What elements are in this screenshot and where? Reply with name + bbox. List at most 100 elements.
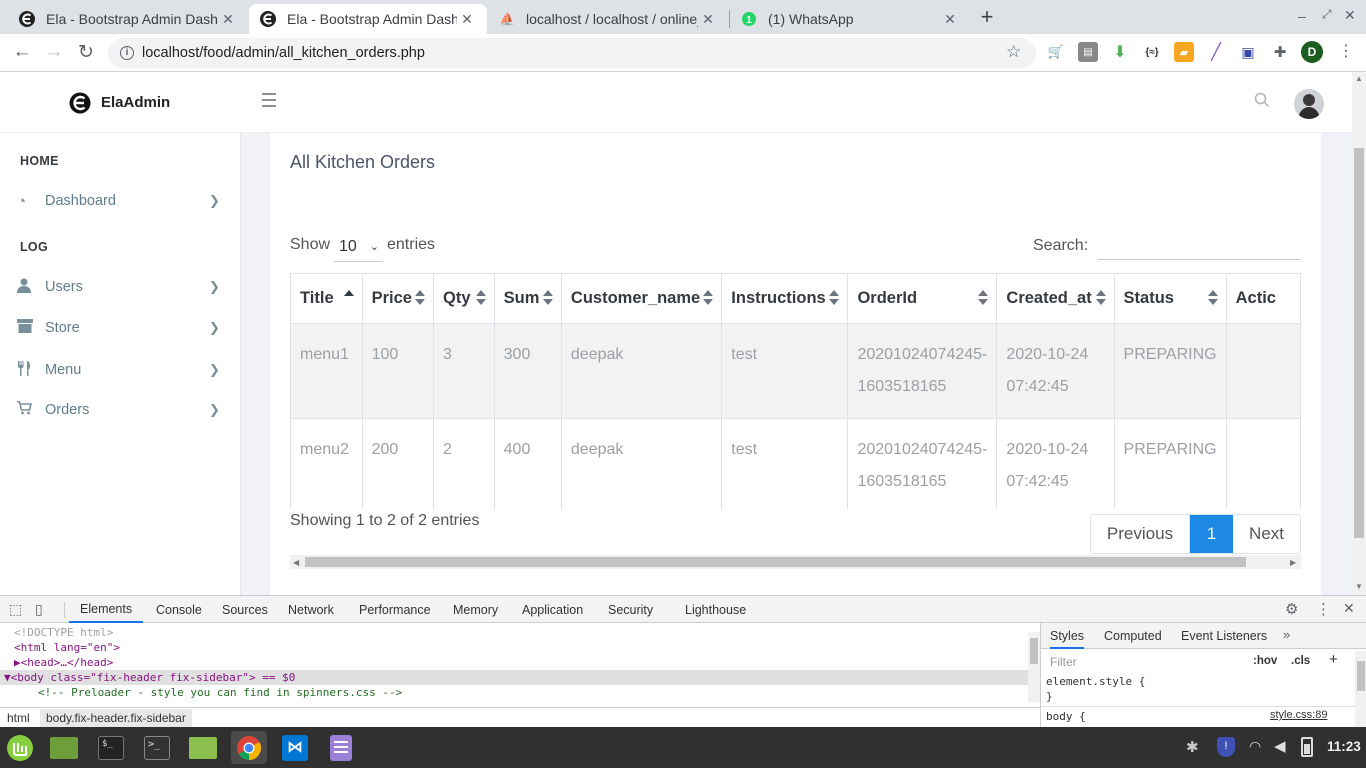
window-close-icon[interactable]: ✕ xyxy=(1344,7,1356,24)
tab-close-icon[interactable]: ✕ xyxy=(457,11,477,28)
download-extension-icon[interactable]: ⬇ xyxy=(1110,42,1130,62)
cls-toggle[interactable]: .cls xyxy=(1291,655,1310,667)
browser-tab-active[interactable]: Ela - Bootstrap Admin Dashbo ✕ xyxy=(249,4,487,34)
browser-menu-icon[interactable]: ⋮ xyxy=(1338,41,1354,61)
desktop-app-icon[interactable] xyxy=(46,731,82,764)
devtools-tab-console[interactable]: Console xyxy=(145,596,213,623)
column-header-orderid[interactable]: OrderId xyxy=(847,273,998,324)
devtools-tab-sources[interactable]: Sources xyxy=(211,596,279,623)
devtools-tab-lighthouse[interactable]: Lighthouse xyxy=(674,596,757,623)
bluetooth-icon[interactable]: ✱ xyxy=(1186,738,1199,756)
scrollbar-thumb[interactable] xyxy=(1354,148,1364,538)
scroll-down-icon[interactable]: ▼ xyxy=(1355,582,1363,591)
device-toolbar-icon[interactable]: ▯ xyxy=(35,601,43,618)
column-header-price[interactable]: Price xyxy=(361,273,435,324)
dom-scrollbar[interactable] xyxy=(1028,632,1040,702)
browser-tab[interactable]: 1 (1) WhatsApp ✕ xyxy=(730,4,970,34)
settings-gear-icon[interactable]: ⚙ xyxy=(1285,600,1298,618)
tab-close-icon[interactable]: ✕ xyxy=(698,11,718,28)
battery-icon[interactable] xyxy=(1301,737,1313,757)
styles-scrollbar[interactable] xyxy=(1355,651,1366,728)
search-icon[interactable] xyxy=(1254,92,1270,108)
mint-menu-icon[interactable] xyxy=(2,731,38,764)
more-tabs-icon[interactable]: » xyxy=(1283,627,1290,642)
forward-icon[interactable]: → xyxy=(38,34,70,70)
sidebar-item-dashboard[interactable]: ◔ Dashboard ❯ xyxy=(0,183,241,219)
devtools-close-icon[interactable]: ✕ xyxy=(1343,600,1355,617)
pen-extension-icon[interactable]: ╱ xyxy=(1206,42,1226,62)
scrollbar-thumb[interactable] xyxy=(305,557,1246,567)
tab-close-icon[interactable]: ✕ xyxy=(218,11,238,28)
column-header-qty[interactable]: Qty xyxy=(433,273,495,324)
devtools-tab-performance[interactable]: Performance xyxy=(348,596,442,623)
body-rule[interactable]: body { xyxy=(1046,709,1086,724)
shield-icon[interactable]: ! xyxy=(1217,737,1235,757)
entries-select[interactable]: 10 ⌄ xyxy=(334,232,383,262)
horizontal-scrollbar[interactable]: ◀ ▶ xyxy=(290,555,1301,569)
scroll-left-icon[interactable]: ◀ xyxy=(293,558,299,567)
column-header-instructions[interactable]: Instructions xyxy=(721,273,849,324)
devtools-tab-application[interactable]: Application xyxy=(511,596,594,623)
bookmark-star-icon[interactable]: ☆ xyxy=(1006,42,1021,62)
text-editor-app-icon[interactable] xyxy=(323,731,359,764)
page-1-button[interactable]: 1 xyxy=(1190,515,1233,553)
dom-comment-line[interactable]: <!-- Preloader - style you can find in s… xyxy=(38,685,402,700)
computed-tab[interactable]: Computed xyxy=(1104,629,1162,643)
add-rule-icon[interactable]: + xyxy=(1329,651,1338,668)
wifi-icon[interactable]: ◠ xyxy=(1249,738,1261,755)
column-header-title[interactable]: Title xyxy=(290,273,363,324)
info-icon[interactable]: i xyxy=(120,46,134,60)
brand-name[interactable]: ElaAdmin xyxy=(101,94,170,111)
scroll-up-icon[interactable]: ▲ xyxy=(1355,74,1363,83)
styles-tab[interactable]: Styles xyxy=(1050,629,1085,649)
storage-extension-icon[interactable]: ▤ xyxy=(1078,42,1098,62)
event-listeners-tab[interactable]: Event Listeners xyxy=(1181,629,1267,643)
hov-toggle[interactable]: :hov xyxy=(1253,655,1277,667)
breadcrumb-html[interactable]: html xyxy=(7,711,30,725)
vertical-scrollbar[interactable]: ▲ ▼ xyxy=(1352,72,1366,595)
sidebar-item-orders[interactable]: Orders ❯ xyxy=(0,392,241,428)
chrome-app-icon[interactable] xyxy=(231,731,267,764)
menu-toggle-icon[interactable] xyxy=(262,93,276,107)
user-avatar[interactable] xyxy=(1294,89,1324,119)
new-tab-icon[interactable]: + xyxy=(976,6,998,28)
column-header-customer-name[interactable]: Customer_name xyxy=(560,273,723,324)
restore-icon[interactable]: ⤢ xyxy=(1322,7,1332,22)
dom-head-line[interactable]: ▶<head>…</head> xyxy=(14,655,113,670)
dom-html-line[interactable]: <html lang="en"> xyxy=(14,640,120,655)
devtools-tab-memory[interactable]: Memory xyxy=(442,596,509,623)
sidebar-item-users[interactable]: Users ❯ xyxy=(0,269,241,305)
element-style-rule[interactable]: element.style { xyxy=(1046,674,1145,689)
sidebar-item-store[interactable]: Store ❯ xyxy=(0,310,241,346)
sidebar-item-menu[interactable]: Menu ❯ xyxy=(0,352,241,388)
clock[interactable]: 11:23 xyxy=(1327,739,1361,754)
files-app-icon[interactable] xyxy=(185,731,221,764)
breadcrumb-body[interactable]: body.fix-header.fix-sidebar xyxy=(40,709,192,727)
screen-extension-icon[interactable]: ▣ xyxy=(1238,42,1258,62)
column-header-sum[interactable]: Sum xyxy=(493,273,562,324)
terminal-app-icon[interactable]: $_ xyxy=(93,731,129,764)
next-button[interactable]: Next xyxy=(1233,515,1300,553)
style-source-link[interactable]: style.css:89 xyxy=(1270,709,1327,721)
terminal-app-icon[interactable]: >_ xyxy=(139,731,175,764)
devtools-tab-security[interactable]: Security xyxy=(597,596,664,623)
devtools-menu-icon[interactable]: ⋮ xyxy=(1316,600,1331,618)
dom-doctype[interactable]: <!DOCTYPE html> xyxy=(14,625,113,640)
column-header-created-at[interactable]: Created_at xyxy=(996,273,1115,324)
reload-icon[interactable]: ↻ xyxy=(70,34,102,70)
volume-icon[interactable]: ◀ xyxy=(1274,737,1286,755)
inspect-element-icon[interactable]: ⬚ xyxy=(9,601,22,618)
back-icon[interactable]: ← xyxy=(6,34,38,70)
address-bar[interactable]: i localhost/food/admin/all_kitchen_order… xyxy=(108,38,1036,68)
extensions-puzzle-icon[interactable]: ✚ xyxy=(1270,42,1290,62)
column-header-status[interactable]: Status xyxy=(1113,273,1227,324)
devtools-tab-network[interactable]: Network xyxy=(277,596,345,623)
table-search-input[interactable] xyxy=(1098,232,1301,260)
devtools-tab-elements[interactable]: Elements xyxy=(69,596,144,623)
previous-button[interactable]: Previous xyxy=(1091,515,1190,553)
vscode-app-icon[interactable]: ⋈ xyxy=(277,731,313,764)
scroll-right-icon[interactable]: ▶ xyxy=(1290,558,1296,567)
browser-tab[interactable]: Ela - Bootstrap Admin Dashbo ✕ xyxy=(8,4,248,34)
tab-close-icon[interactable]: ✕ xyxy=(940,11,960,28)
browser-tab[interactable]: ⛵ localhost / localhost / online_ ✕ xyxy=(488,4,728,34)
